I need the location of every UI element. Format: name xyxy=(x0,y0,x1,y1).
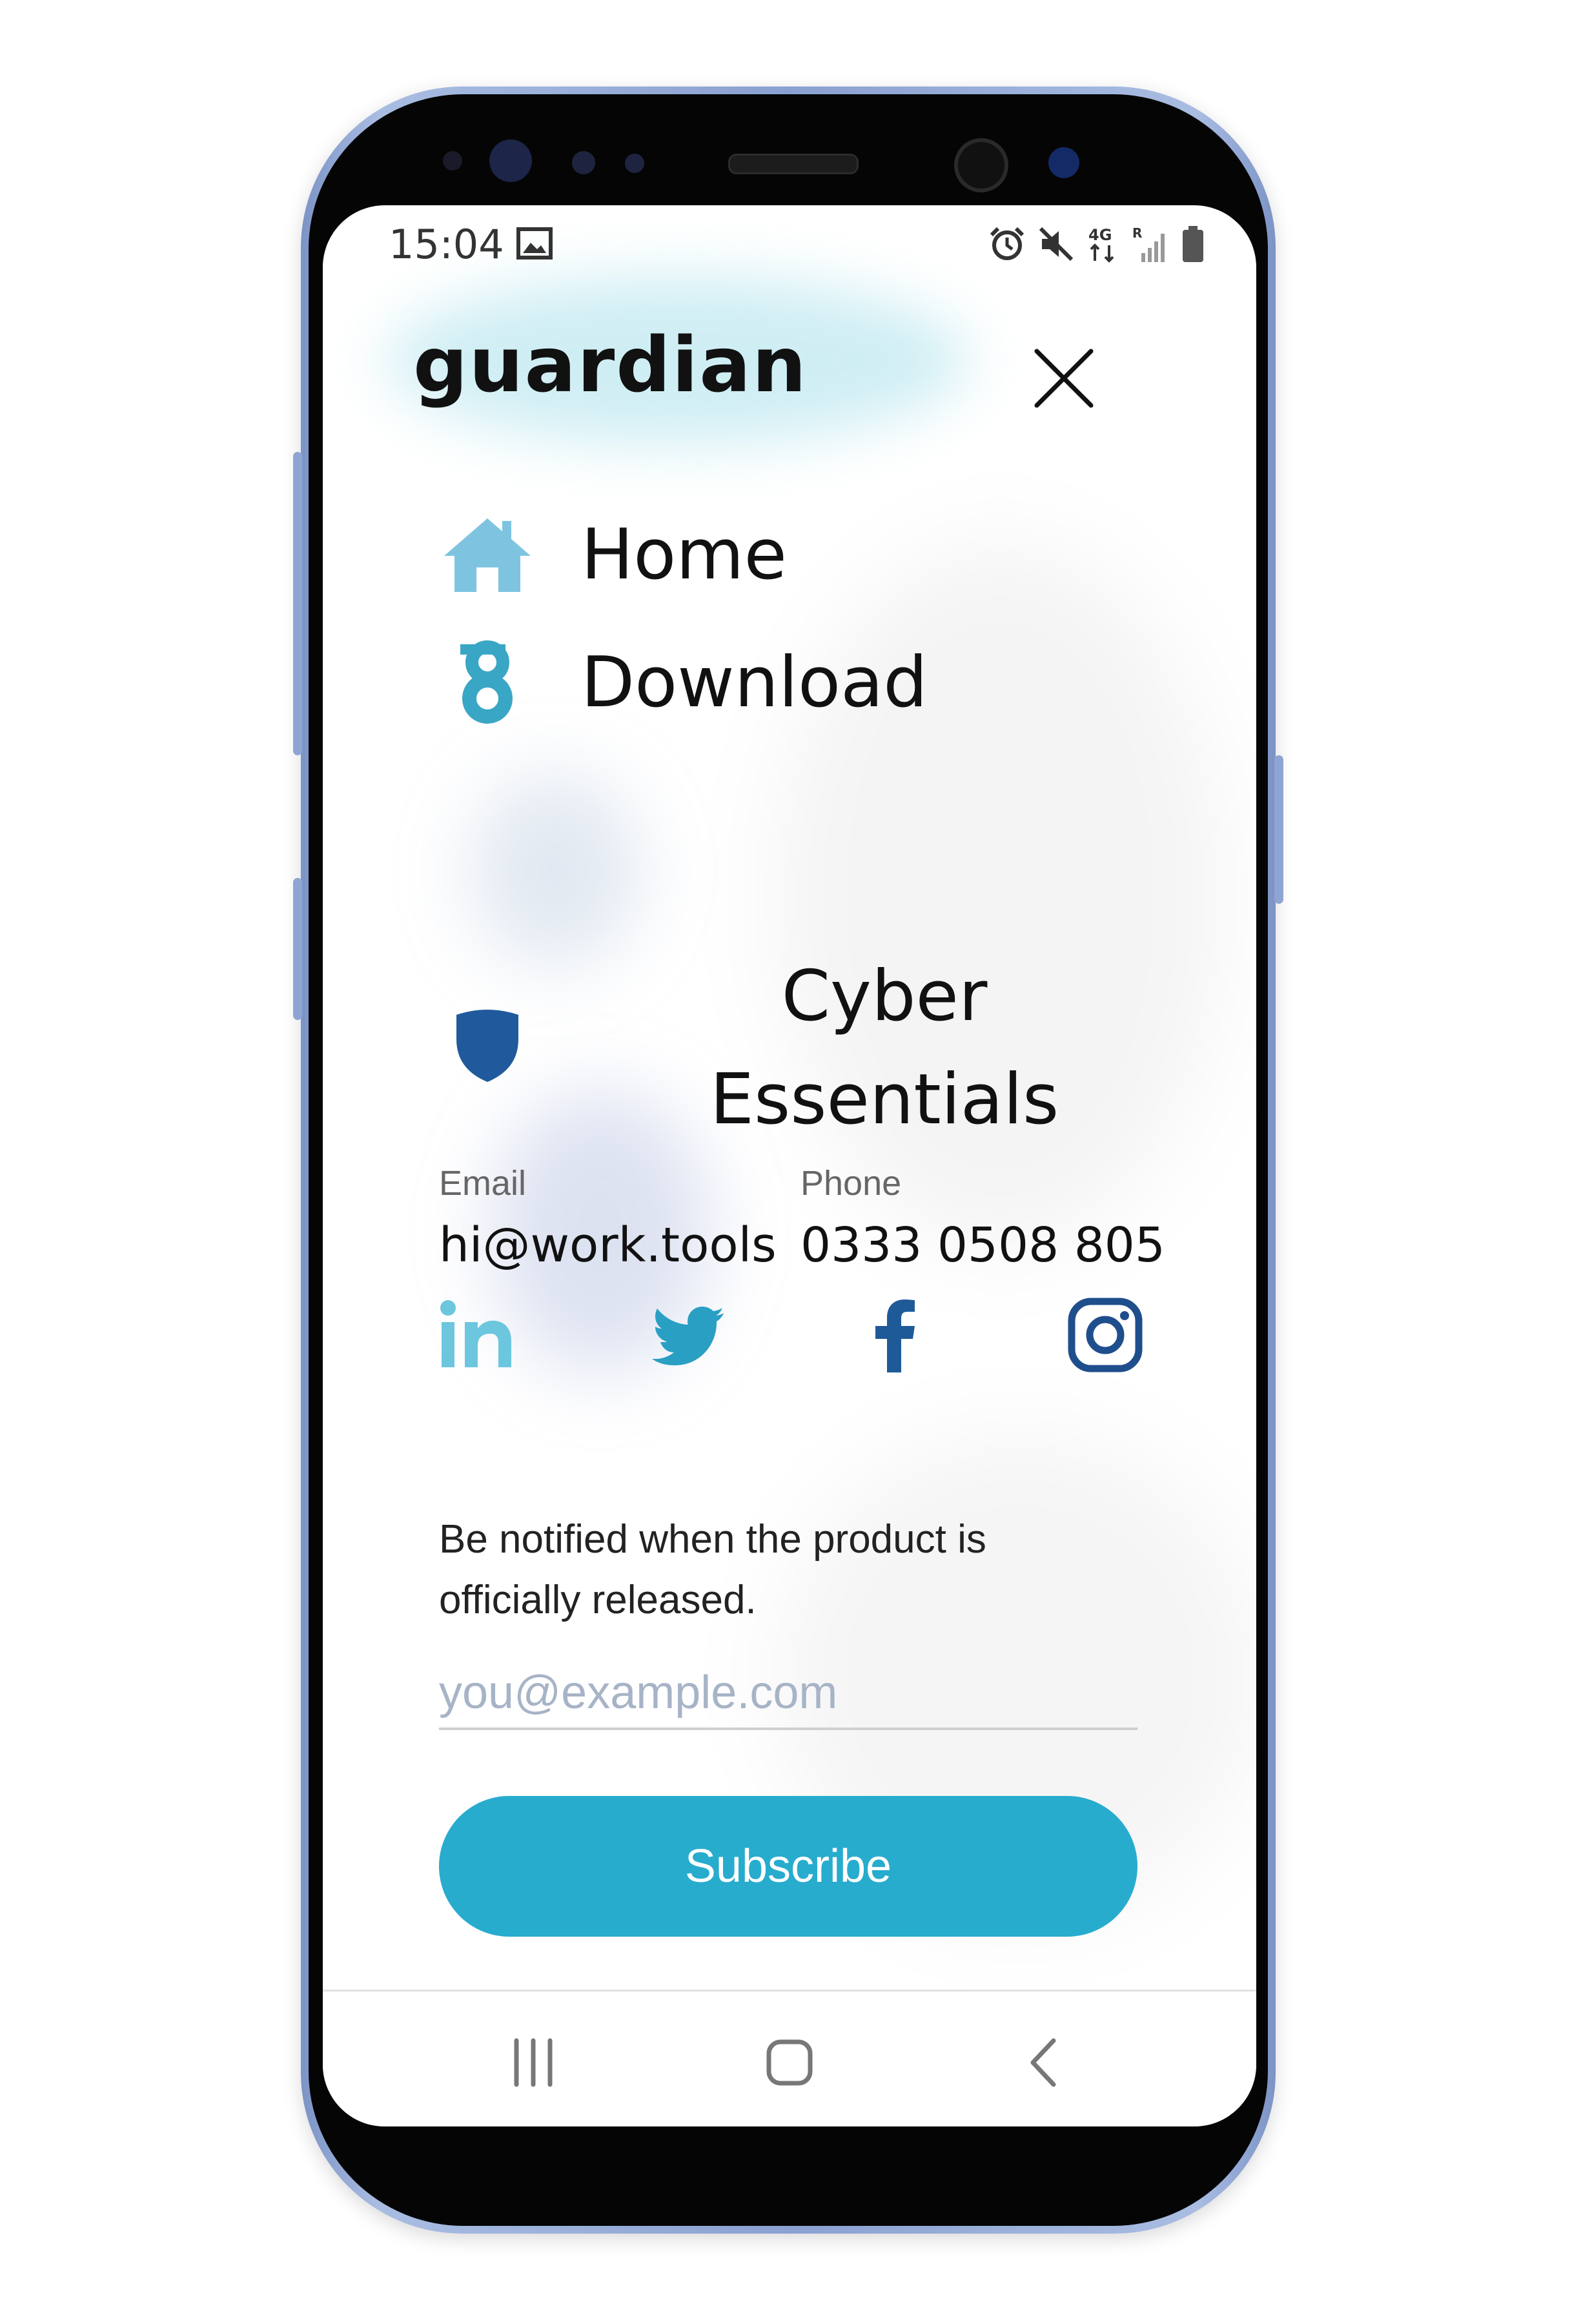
alarm-icon xyxy=(990,227,1025,260)
menu-highlight xyxy=(471,773,639,967)
menu-label-cyber: Cyber xyxy=(781,956,988,1037)
screen: 15:04 4G R guardian Home Download Cyber … xyxy=(323,205,1256,2126)
phone-link[interactable]: 0333 0508 805 xyxy=(800,1218,1165,1273)
menu-item-home[interactable]: Home xyxy=(439,506,787,603)
menu-label-cyber-essentials: Cyber Essentials xyxy=(678,945,1091,1152)
status-time: 15:04 xyxy=(389,221,504,268)
guardian-logo[interactable]: guardian xyxy=(413,320,808,409)
earpiece-speaker xyxy=(728,154,859,174)
bixby-button xyxy=(293,878,302,1020)
light-sensor xyxy=(625,154,644,173)
volume-up-button xyxy=(293,452,302,755)
newsletter-text: Be notified when the product is official… xyxy=(439,1517,986,1622)
linkedin-icon[interactable] xyxy=(439,1296,516,1374)
sensor-dot xyxy=(443,151,462,170)
battery-icon xyxy=(1183,226,1203,262)
menu-label-essentials: Essentials xyxy=(709,1059,1059,1140)
newsletter-email-input[interactable] xyxy=(439,1658,1137,1730)
status-icons: 4G R xyxy=(989,225,1205,263)
gallery-icon xyxy=(516,227,553,260)
email-label: Email xyxy=(439,1164,527,1203)
shield-icon xyxy=(439,997,536,1094)
guardian-g-icon xyxy=(439,634,536,731)
signal-icon: R xyxy=(1132,225,1165,262)
home-nav-icon[interactable] xyxy=(757,2030,822,2095)
close-icon[interactable] xyxy=(1026,341,1101,416)
twitter-icon[interactable] xyxy=(651,1296,728,1374)
phone-label: Phone xyxy=(800,1164,902,1203)
iris-camera xyxy=(954,138,1008,192)
navigation-bar xyxy=(323,1990,1256,2126)
home-icon xyxy=(439,506,536,603)
facebook-icon[interactable] xyxy=(859,1296,936,1374)
4g-data-icon: 4G xyxy=(1088,226,1114,263)
proximity-sensor xyxy=(572,151,595,174)
menu-label-home: Home xyxy=(581,514,787,595)
front-camera xyxy=(1048,147,1079,178)
svg-text:4G: 4G xyxy=(1088,226,1112,244)
status-bar: 15:04 4G R xyxy=(323,205,1256,283)
power-button xyxy=(1274,755,1283,904)
email-link[interactable]: hi@work.tools xyxy=(439,1218,777,1273)
subscribe-button[interactable]: Subscribe xyxy=(439,1796,1137,1937)
menu-item-cyber-essentials[interactable]: Cyber Essentials xyxy=(439,945,1149,1165)
recent-apps-icon[interactable] xyxy=(501,2030,566,2095)
menu-item-download[interactable]: Download xyxy=(439,634,928,731)
iris-scanner xyxy=(489,139,532,182)
menu-label-download: Download xyxy=(581,642,928,723)
back-icon[interactable] xyxy=(1014,2030,1078,2095)
svg-text:R: R xyxy=(1132,225,1142,241)
instagram-icon[interactable] xyxy=(1066,1296,1144,1374)
mute-icon xyxy=(1039,227,1074,261)
